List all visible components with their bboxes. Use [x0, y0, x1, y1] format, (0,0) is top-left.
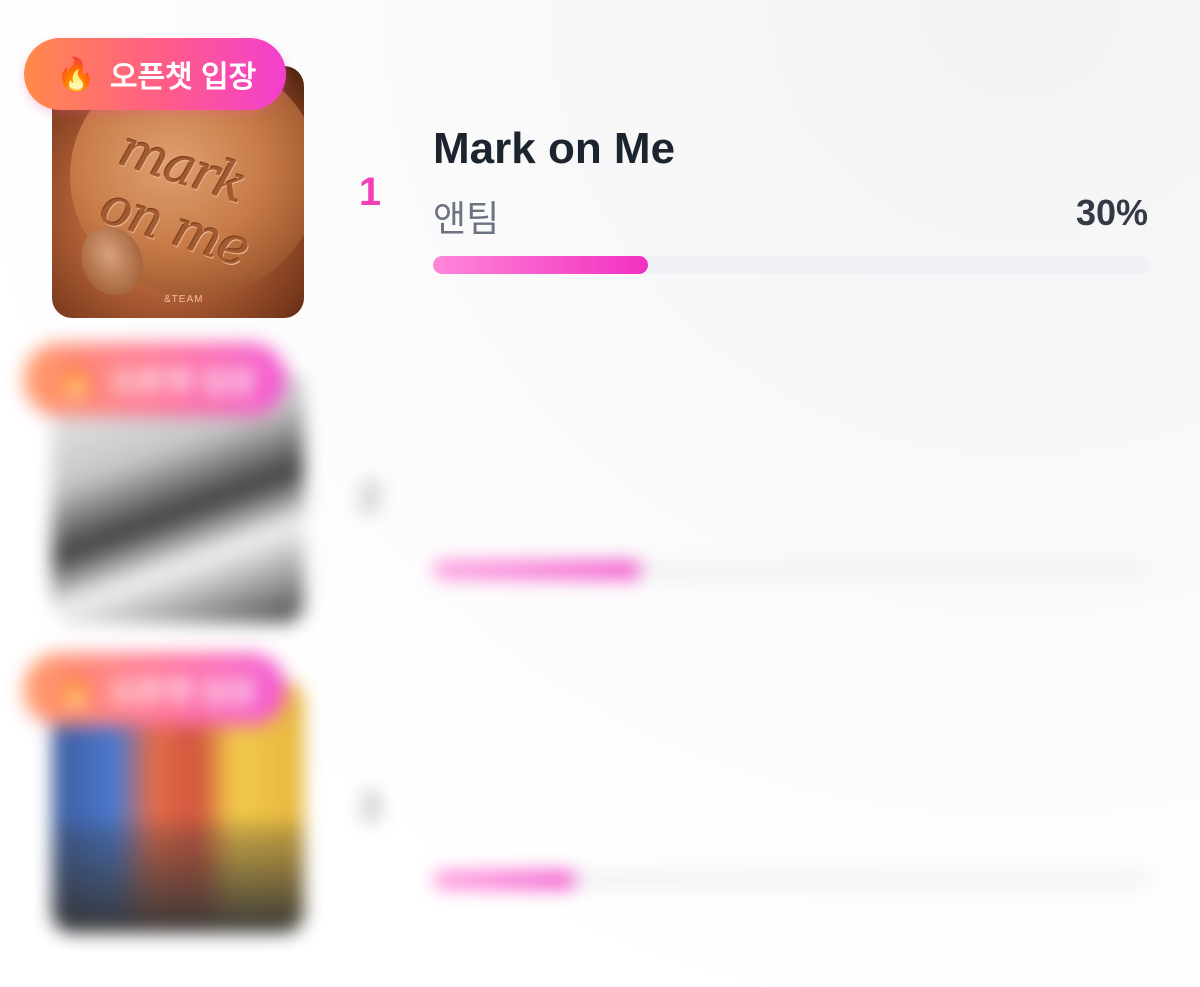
- open-chat-button[interactable]: 🔥 오픈챗 입장: [24, 653, 286, 725]
- vote-progress-bar: [433, 561, 1149, 579]
- vote-percent: 30%: [1075, 192, 1148, 233]
- artist-name: 앤팀: [433, 198, 500, 239]
- rank-number: 2: [358, 475, 382, 519]
- open-chat-button[interactable]: 🔥 오픈챗 입장: [24, 343, 286, 415]
- open-chat-button[interactable]: 🔥 오픈챗 입장: [24, 38, 286, 110]
- cover-brand-text: &TEAM: [164, 294, 204, 305]
- chart-entry-3[interactable]: 🔥 오픈챗 입장 3: [0, 645, 1200, 945]
- fire-icon: 🔥: [56, 671, 96, 707]
- fire-icon: 🔥: [56, 56, 96, 92]
- vote-progress-bar: [433, 871, 1149, 889]
- vote-progress-fill: [433, 256, 648, 274]
- open-chat-label: 오픈챗 입장: [109, 366, 257, 399]
- chart-entry-1[interactable]: mark on me &TEAM 🔥 오픈챗 입장 1 Mark on Me 앤…: [0, 30, 1200, 330]
- song-title: Mark on Me: [433, 124, 676, 173]
- fire-icon: 🔥: [56, 361, 96, 397]
- vote-progress-bar: [433, 256, 1149, 274]
- chart-entry-2[interactable]: 🔥 오픈챗 입장 2: [0, 335, 1200, 635]
- open-chat-label: 오픈챗 입장: [109, 676, 257, 709]
- rank-number: 1: [358, 170, 382, 214]
- open-chat-label: 오픈챗 입장: [109, 61, 257, 94]
- cover-art-shade: [52, 823, 304, 933]
- rank-number: 3: [358, 785, 382, 829]
- vote-progress-fill: [433, 871, 577, 889]
- vote-progress-fill: [433, 561, 641, 579]
